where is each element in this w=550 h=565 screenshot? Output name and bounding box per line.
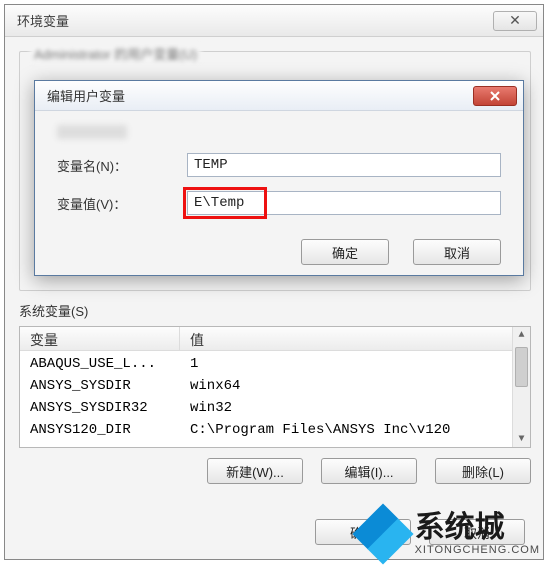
var-value-wrap	[187, 191, 501, 215]
var-name-input[interactable]	[187, 153, 501, 177]
col-header-value[interactable]: 值	[180, 327, 530, 350]
delete-button[interactable]: 删除(L)	[435, 458, 531, 484]
table-row[interactable]: ANSYS_SYSDIR32 win32	[20, 397, 530, 419]
cell-value: 1	[180, 356, 530, 372]
system-vars-rows: ABAQUS_USE_L... 1 ANSYS_SYSDIR winx64 AN…	[20, 351, 530, 443]
var-value-label: 变量值(V)：	[57, 194, 187, 213]
modal-blur-line	[57, 125, 127, 139]
outer-ok-button[interactable]: 确定	[315, 519, 411, 545]
outer-window-title: 环境变量	[17, 11, 69, 30]
new-button[interactable]: 新建(W)...	[207, 458, 303, 484]
cell-value: C:\Program Files\ANSYS Inc\v120	[180, 422, 530, 438]
cell-name: ABAQUS_USE_L...	[20, 356, 180, 372]
var-value-input[interactable]	[187, 191, 501, 215]
modal-titlebar[interactable]: 编辑用户变量	[35, 81, 523, 111]
system-vars-list[interactable]: 变量 值 ABAQUS_USE_L... 1 ANSYS_SYSDIR winx…	[19, 326, 531, 448]
cell-name: ANSYS120_DIR	[20, 422, 180, 438]
outer-title-blur	[99, 13, 104, 28]
edit-user-var-dialog: 编辑用户变量 变量名(N)： 变量值(V)： 确定 取消	[34, 80, 524, 276]
outer-titlebar: 环境变量 ✕	[5, 5, 543, 37]
var-name-row: 变量名(N)：	[57, 153, 501, 177]
edit-button[interactable]: 编辑(I)...	[321, 458, 417, 484]
close-icon: ✕	[509, 12, 521, 29]
system-vars-header: 变量 值	[20, 327, 530, 351]
close-icon	[489, 90, 501, 102]
system-vars-group: 系统变量(S) 变量 值 ABAQUS_USE_L... 1 ANSYS_SYS…	[19, 301, 531, 501]
var-value-row: 变量值(V)：	[57, 191, 501, 215]
modal-buttons: 确定 取消	[35, 239, 523, 265]
var-name-label: 变量名(N)：	[57, 156, 187, 175]
scroll-up-icon[interactable]: ▲	[513, 327, 530, 343]
user-vars-group-label: Administrator 的用户变量(U)	[30, 44, 201, 63]
cell-name: ANSYS_SYSDIR	[20, 378, 180, 394]
modal-ok-button[interactable]: 确定	[301, 239, 389, 265]
system-vars-buttons: 新建(W)... 编辑(I)... 删除(L)	[19, 458, 531, 484]
table-row[interactable]: ABAQUS_USE_L... 1	[20, 353, 530, 375]
col-header-name[interactable]: 变量	[20, 327, 180, 350]
scroll-thumb[interactable]	[515, 347, 528, 387]
outer-close-button[interactable]: ✕	[493, 11, 537, 31]
cell-value: win32	[180, 400, 530, 416]
scroll-down-icon[interactable]: ▼	[513, 431, 530, 447]
system-vars-label: 系统变量(S)	[19, 301, 531, 320]
cell-value: winx64	[180, 378, 530, 394]
modal-title: 编辑用户变量	[47, 86, 125, 105]
modal-body: 变量名(N)： 变量值(V)：	[35, 111, 523, 239]
modal-close-button[interactable]	[473, 86, 517, 106]
table-row[interactable]: ANSYS_SYSDIR winx64	[20, 375, 530, 397]
cell-name: ANSYS_SYSDIR32	[20, 400, 180, 416]
outer-bottom-buttons: 确定 取消	[315, 519, 525, 545]
table-row[interactable]: ANSYS120_DIR C:\Program Files\ANSYS Inc\…	[20, 419, 530, 441]
outer-cancel-button[interactable]: 取消	[429, 519, 525, 545]
modal-cancel-button[interactable]: 取消	[413, 239, 501, 265]
system-vars-scrollbar[interactable]: ▲ ▼	[512, 327, 530, 447]
